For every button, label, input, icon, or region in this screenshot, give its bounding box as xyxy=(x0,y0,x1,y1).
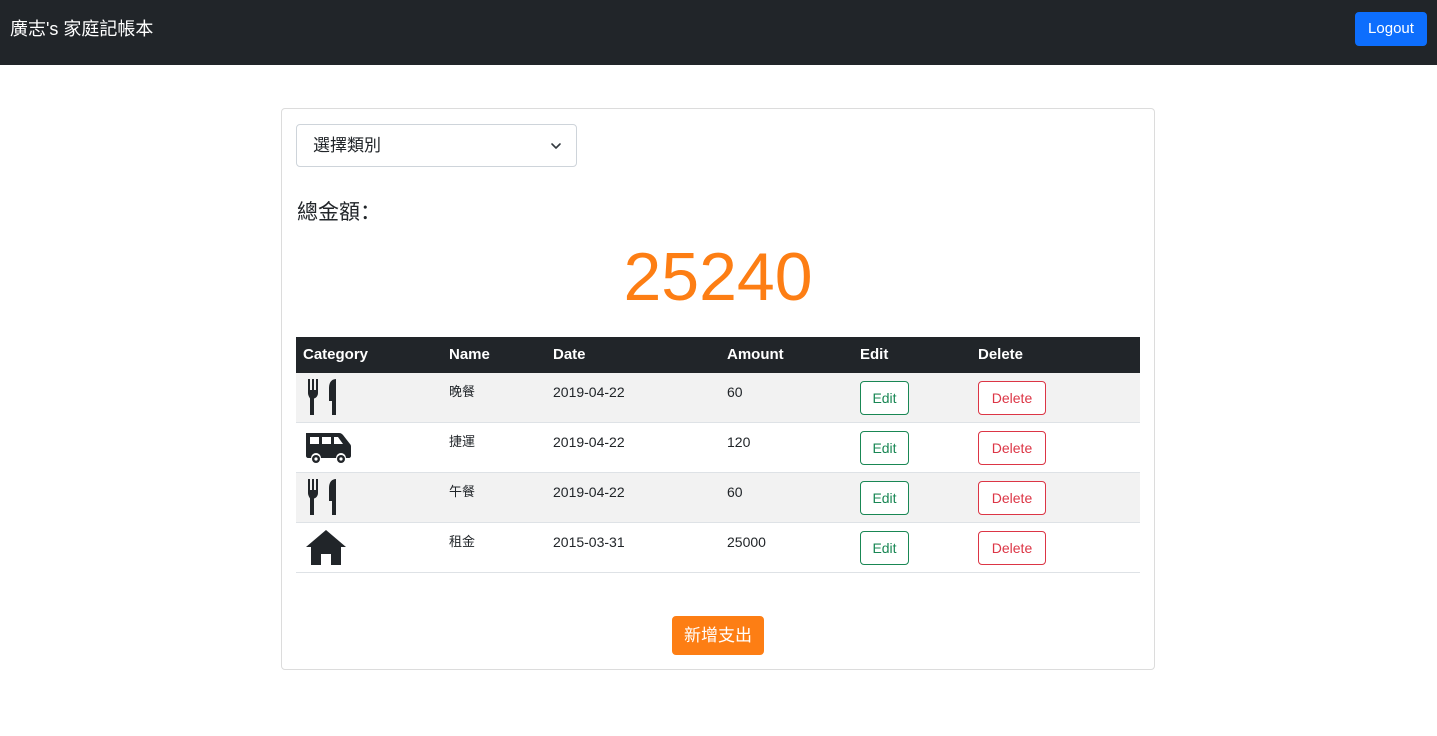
table-header: Category Name Date Amount Edit Delete xyxy=(296,337,1140,373)
table-row: 租金 2015-03-31 25000 Edit Delete xyxy=(296,523,1140,573)
edit-button[interactable]: Edit xyxy=(860,381,909,415)
expense-table: Category Name Date Amount Edit Delete 晚餐… xyxy=(296,337,1140,573)
header-category: Category xyxy=(303,346,369,363)
delete-button[interactable]: Delete xyxy=(978,431,1046,465)
shuttle-van-icon xyxy=(306,433,351,463)
header-edit: Edit xyxy=(860,346,889,363)
expense-name: 捷運 xyxy=(449,434,476,449)
category-select-value: 選擇類別 xyxy=(313,136,381,155)
expense-name: 晚餐 xyxy=(449,384,476,399)
edit-button[interactable]: Edit xyxy=(860,431,909,465)
header-amount: Amount xyxy=(727,346,784,363)
add-expense-button[interactable]: 新增支出 xyxy=(672,616,764,655)
utensils-icon xyxy=(308,479,336,515)
expense-card: 選擇類別 總金額： 25240 Category Name Date Amoun… xyxy=(281,108,1155,670)
expense-date: 2019-04-22 xyxy=(553,384,625,400)
expense-name: 租金 xyxy=(449,534,476,549)
logout-button[interactable]: Logout xyxy=(1355,12,1427,46)
expense-amount: 60 xyxy=(727,384,743,400)
expense-amount: 25000 xyxy=(727,534,766,550)
home-icon xyxy=(306,530,346,565)
header-name: Name xyxy=(449,346,490,363)
header-delete: Delete xyxy=(978,346,1024,363)
utensils-icon xyxy=(308,379,336,415)
total-label: 總金額： xyxy=(297,201,381,224)
category-select[interactable]: 選擇類別 xyxy=(296,124,577,167)
total-amount: 25240 xyxy=(623,239,813,315)
app-title[interactable]: 廣志's 家庭記帳本 xyxy=(10,18,153,40)
chevron-down-icon xyxy=(551,143,561,149)
expense-name: 午餐 xyxy=(449,484,476,499)
table-row: 晚餐 2019-04-22 60 Edit Delete xyxy=(296,373,1140,423)
expense-date: 2019-04-22 xyxy=(553,484,625,500)
expense-amount: 120 xyxy=(727,434,751,450)
delete-button[interactable]: Delete xyxy=(978,481,1046,515)
expense-date: 2015-03-31 xyxy=(553,534,625,550)
edit-button[interactable]: Edit xyxy=(860,481,909,515)
header-date: Date xyxy=(553,346,586,363)
expense-date: 2019-04-22 xyxy=(553,434,625,450)
table-row: 捷運 2019-04-22 120 Edit Delete xyxy=(296,423,1140,473)
delete-button[interactable]: Delete xyxy=(978,531,1046,565)
edit-button[interactable]: Edit xyxy=(860,531,909,565)
table-row: 午餐 2019-04-22 60 Edit Delete xyxy=(296,473,1140,523)
delete-button[interactable]: Delete xyxy=(978,381,1046,415)
navbar: 廣志's 家庭記帳本 Logout xyxy=(0,0,1437,65)
expense-amount: 60 xyxy=(727,484,743,500)
